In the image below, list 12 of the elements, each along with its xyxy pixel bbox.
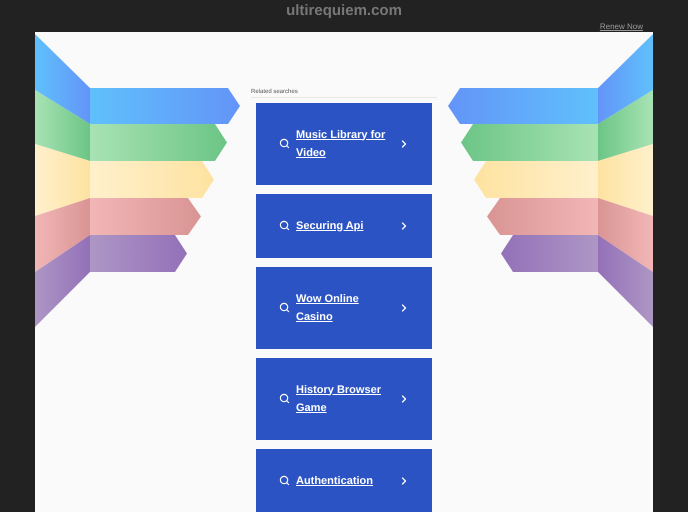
search-link[interactable]: Securing Api xyxy=(256,194,432,258)
search-icon xyxy=(279,138,290,149)
site-title: ultirequiem.com xyxy=(286,1,402,21)
search-link[interactable]: History Browser Game xyxy=(256,358,432,440)
search-link[interactable]: Music Library for Video xyxy=(256,102,432,184)
search-icon xyxy=(279,393,290,404)
search-icon xyxy=(279,302,290,313)
search-link[interactable]: Wow Online Casino xyxy=(256,266,432,348)
search-link[interactable]: Authentication xyxy=(256,448,432,512)
search-icon xyxy=(279,475,290,486)
search-icon xyxy=(279,220,290,231)
renew-link[interactable]: Renew Now xyxy=(600,22,643,32)
